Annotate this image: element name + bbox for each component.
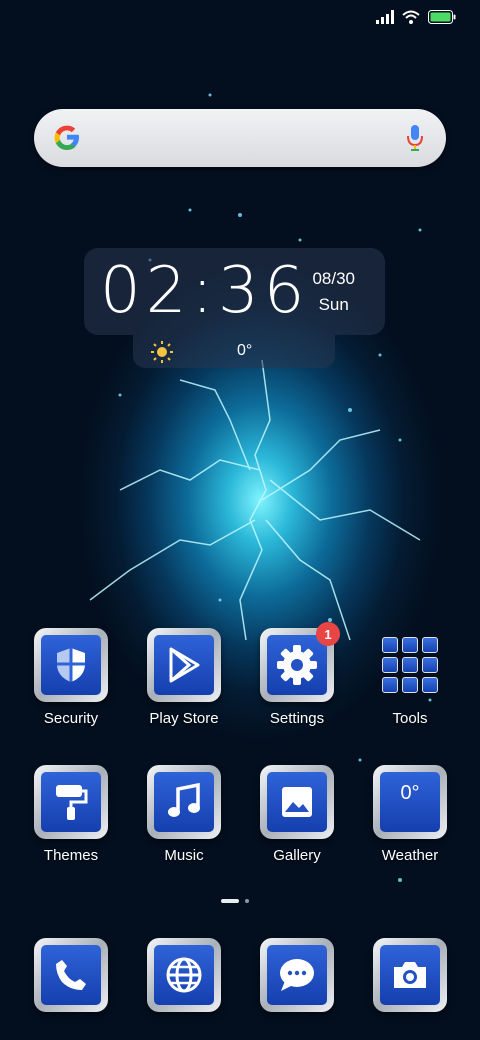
app-label: Weather [381, 847, 439, 864]
app-tile[interactable] [147, 628, 221, 702]
page-dot [245, 899, 249, 903]
date-label: 08/30 [312, 269, 355, 288]
message-icon [280, 959, 314, 991]
clock-widget[interactable]: 02:36 08/30 Sun [84, 248, 385, 335]
app-themes[interactable]: Themes [21, 765, 121, 864]
app-tile[interactable] [34, 765, 108, 839]
wifi-icon [402, 10, 420, 24]
google-logo-icon [54, 125, 79, 150]
folder-icon[interactable] [373, 628, 447, 702]
clock-time: 02:36 [100, 254, 310, 328]
day-label: Sun [318, 295, 349, 314]
app-weather[interactable]: 0° Weather [360, 765, 460, 864]
globe-icon [166, 957, 202, 993]
status-bar [376, 10, 456, 24]
paint-roller-icon [56, 785, 88, 820]
app-tile[interactable] [34, 628, 108, 702]
app-tile[interactable] [34, 938, 108, 1012]
app-tile[interactable] [260, 938, 334, 1012]
page-indicator[interactable] [221, 899, 249, 903]
app-tile[interactable] [147, 938, 221, 1012]
app-tile[interactable] [147, 765, 221, 839]
app-tile[interactable]: 0° [373, 765, 447, 839]
phone-icon [56, 960, 86, 990]
app-label: Security [43, 710, 99, 727]
signal-icon [376, 10, 394, 24]
mic-icon[interactable] [406, 124, 424, 152]
camera-icon [394, 962, 426, 988]
shield-icon [57, 648, 85, 682]
weather-temp: 0° [237, 342, 253, 359]
folder-tools[interactable]: Tools [360, 628, 460, 727]
app-tile[interactable] [373, 938, 447, 1012]
battery-icon [428, 10, 456, 24]
gear-icon [277, 645, 317, 685]
clock-date: 08/30 Sun [312, 266, 355, 318]
weather-chip[interactable]: 0° [133, 335, 335, 368]
app-tile[interactable] [260, 765, 334, 839]
notification-badge: 1 [316, 622, 340, 646]
app-label: Themes [43, 847, 99, 864]
image-icon [282, 787, 312, 817]
page-dot-active [221, 899, 239, 903]
play-store-icon [169, 647, 200, 683]
app-play-store[interactable]: Play Store [134, 628, 234, 727]
weather-icon: 0° [400, 782, 420, 804]
app-label: Settings [269, 710, 325, 727]
google-search-bar[interactable] [34, 109, 446, 167]
app-music[interactable]: Music [134, 765, 234, 864]
app-label: Gallery [273, 847, 321, 864]
app-label: Tools [392, 710, 428, 727]
app-tile[interactable]: 1 [260, 622, 340, 702]
dock-camera[interactable] [360, 938, 460, 1012]
music-note-icon [168, 783, 200, 817]
dock-browser[interactable] [134, 938, 234, 1012]
dock-phone[interactable] [21, 938, 121, 1012]
app-label: Play Store [149, 710, 219, 727]
sun-icon [151, 341, 173, 363]
app-settings[interactable]: 1 Settings [247, 622, 347, 727]
dock-messages[interactable] [247, 938, 347, 1012]
app-gallery[interactable]: Gallery [247, 765, 347, 864]
app-security[interactable]: Security [21, 628, 121, 727]
app-label: Music [164, 847, 204, 864]
